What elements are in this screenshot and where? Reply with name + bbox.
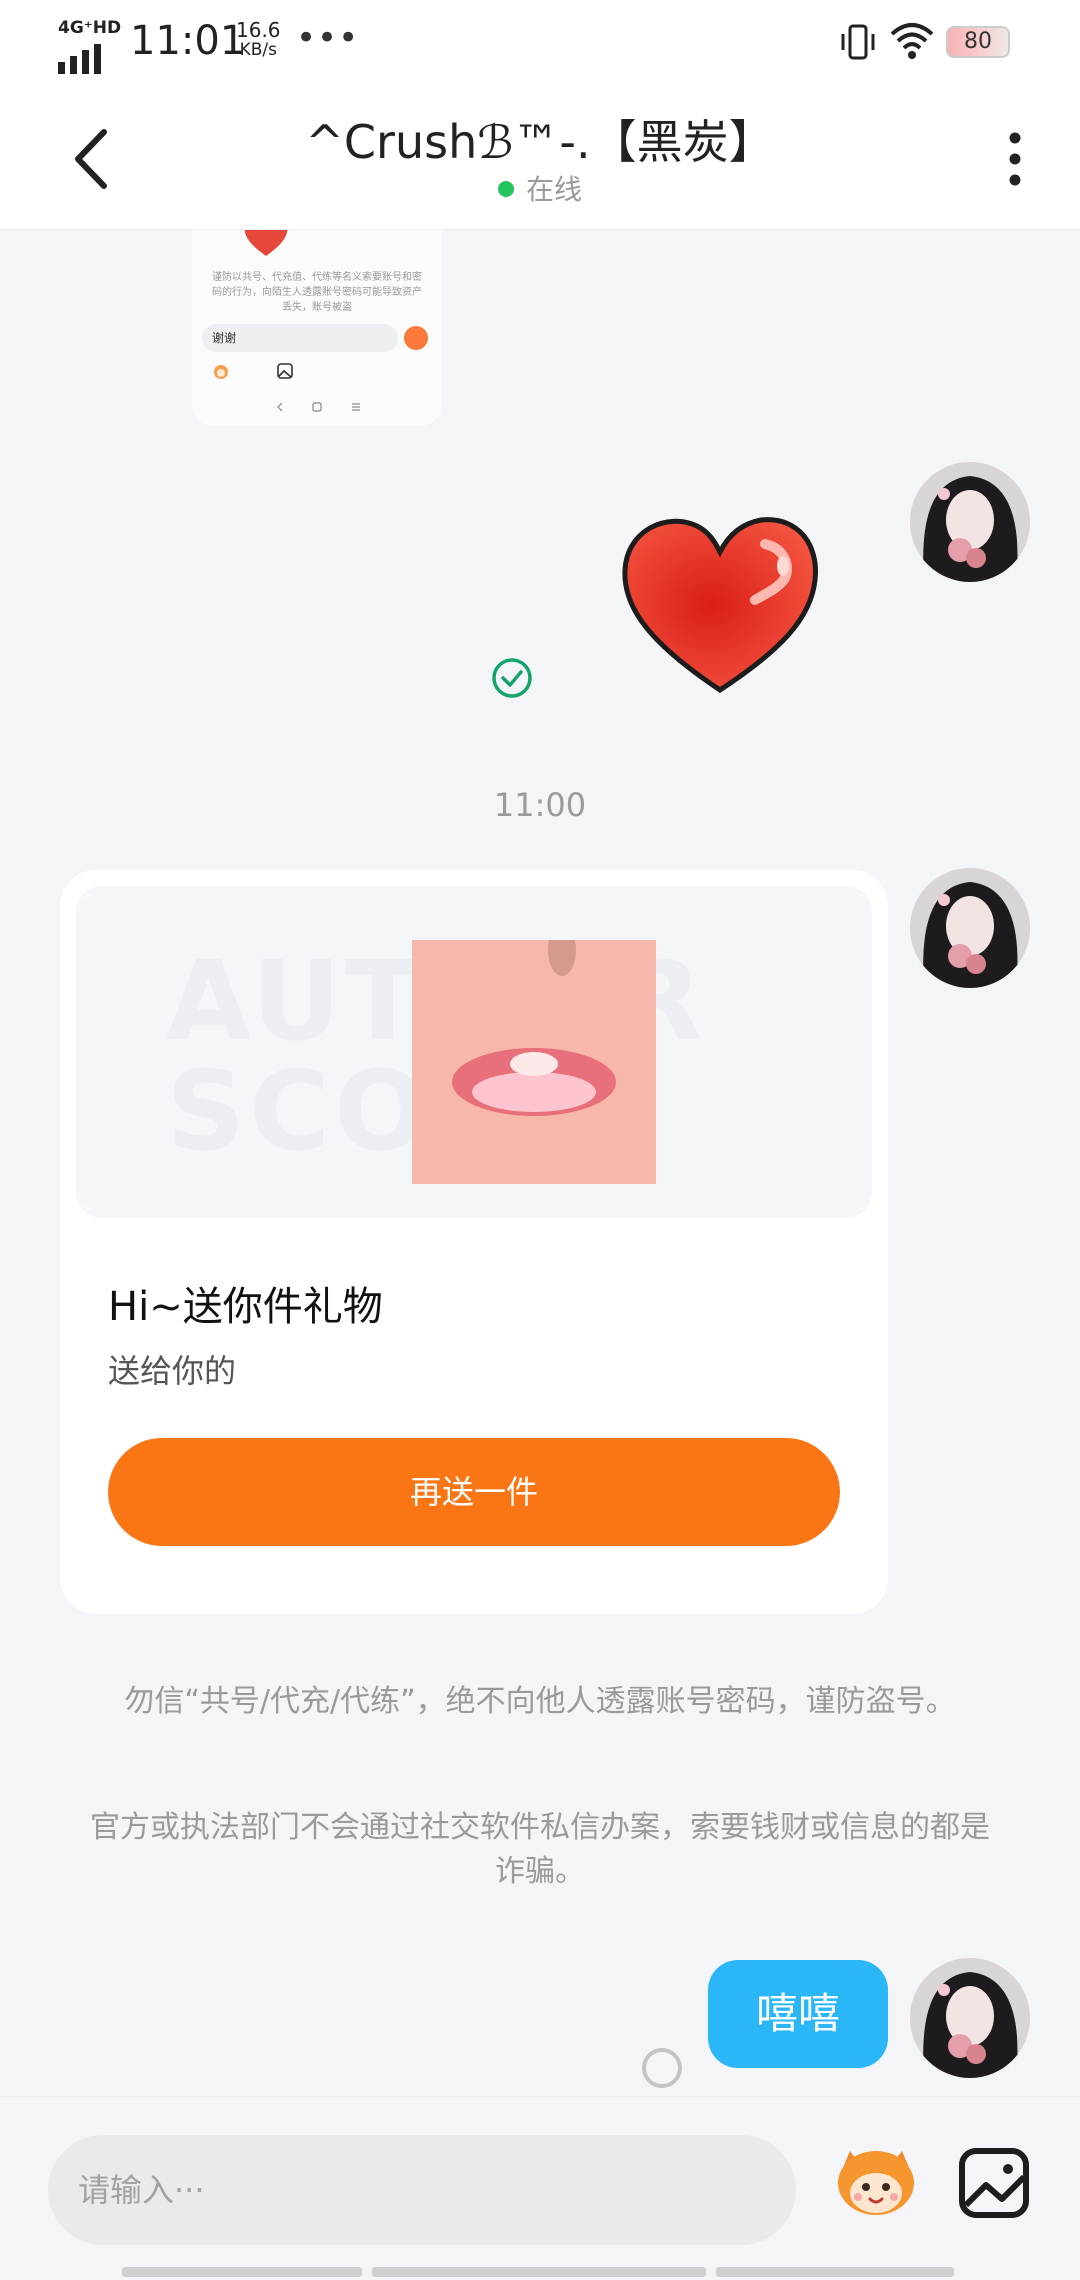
- network-speed: 16.6 KB/s: [236, 20, 281, 60]
- avatar-photo-icon: [910, 462, 1030, 582]
- gift-card-message[interactable]: AUTHOR SCORE Hi~送你件礼物 送给你的 再送一件: [60, 870, 888, 1614]
- sticker-mascot-icon[interactable]: [828, 2129, 924, 2225]
- emoji-icon: [214, 365, 228, 379]
- clock: 11:01: [130, 18, 246, 64]
- sending-status-icon: [642, 2048, 682, 2088]
- avatar[interactable]: [910, 462, 1030, 582]
- speed-unit: KB/s: [239, 40, 277, 60]
- online-status-label: 在线: [525, 173, 582, 206]
- message-bubble[interactable]: 嘻嘻: [708, 1960, 888, 2068]
- avatar[interactable]: [910, 1958, 1030, 2078]
- status-bar: 4G⁺HD 11:01 16.6 KB/s ••• 80: [0, 0, 1080, 84]
- battery-level: 80: [964, 29, 992, 54]
- navigation-bar-icon: [277, 402, 360, 412]
- thumbnail-warning-text: 谨防以共号、代充值、代练等名义索要账号和密码的行为，向陌生人透露账号密码可能导致…: [212, 272, 422, 313]
- keyboard-hint-bar: [372, 2267, 706, 2277]
- image-picker-icon[interactable]: [952, 2141, 1036, 2225]
- speed-value: 16.6: [236, 18, 281, 42]
- thumbnail-input: 谢谢: [202, 324, 398, 352]
- gift-subtitle: 送给你的: [108, 1352, 237, 1390]
- keyboard-hint-bar: [122, 2267, 362, 2277]
- online-status: 在线: [0, 168, 1080, 208]
- contact-name: ^Crushℬ™-.【黑炭】: [305, 115, 775, 169]
- battery-icon: 80: [946, 26, 1010, 58]
- keyboard-hint-bar: [716, 2267, 954, 2277]
- message-timestamp: 11:00: [493, 786, 587, 824]
- security-notice: 勿信“共号/代充/代练”，绝不向他人透露账号密码，谨防盗号。: [124, 1684, 956, 1719]
- image-icon: [277, 363, 293, 379]
- chat-messages[interactable]: 谨防以共号、代充值、代练等名义索要账号和密码的行为，向陌生人透露账号密码可能导致…: [0, 230, 1080, 2096]
- send-icon: [404, 326, 428, 350]
- avatar-photo-icon: [910, 868, 1030, 988]
- avatar[interactable]: [910, 868, 1030, 988]
- send-another-gift-button[interactable]: 再送一件: [108, 1438, 840, 1546]
- fraud-notice: 官方或执法部门不会通过社交软件私信办案，索要钱财或信息的都是诈骗。: [90, 1810, 990, 1889]
- heart-sticker[interactable]: [615, 508, 825, 698]
- sent-check-icon: [492, 658, 532, 698]
- composer-bar: 请输入···: [0, 2096, 1080, 2280]
- screenshot-image-message[interactable]: 谨防以共号、代充值、代练等名义索要账号和密码的行为，向陌生人透露账号密码可能导致…: [192, 230, 442, 426]
- chat-header: ^Crushℬ™-.【黑炭】 在线: [0, 84, 1080, 230]
- message-input[interactable]: 请输入···: [48, 2135, 796, 2245]
- gift-image-area: AUTHOR SCORE: [76, 886, 872, 1218]
- more-options-icon[interactable]: [1000, 124, 1030, 194]
- wifi-icon: [890, 23, 934, 59]
- more-notifications-icon: •••: [296, 18, 360, 58]
- avatar-photo-icon: [910, 1958, 1030, 2078]
- network-type: 4G⁺HD: [58, 18, 122, 38]
- signal-bars-icon: [58, 44, 101, 74]
- gift-lips-image[interactable]: [412, 940, 656, 1184]
- online-dot-icon: [497, 181, 514, 197]
- gift-title: Hi~送你件礼物: [108, 1284, 383, 1330]
- vibrate-icon: [841, 24, 875, 60]
- heart-icon: [244, 230, 288, 256]
